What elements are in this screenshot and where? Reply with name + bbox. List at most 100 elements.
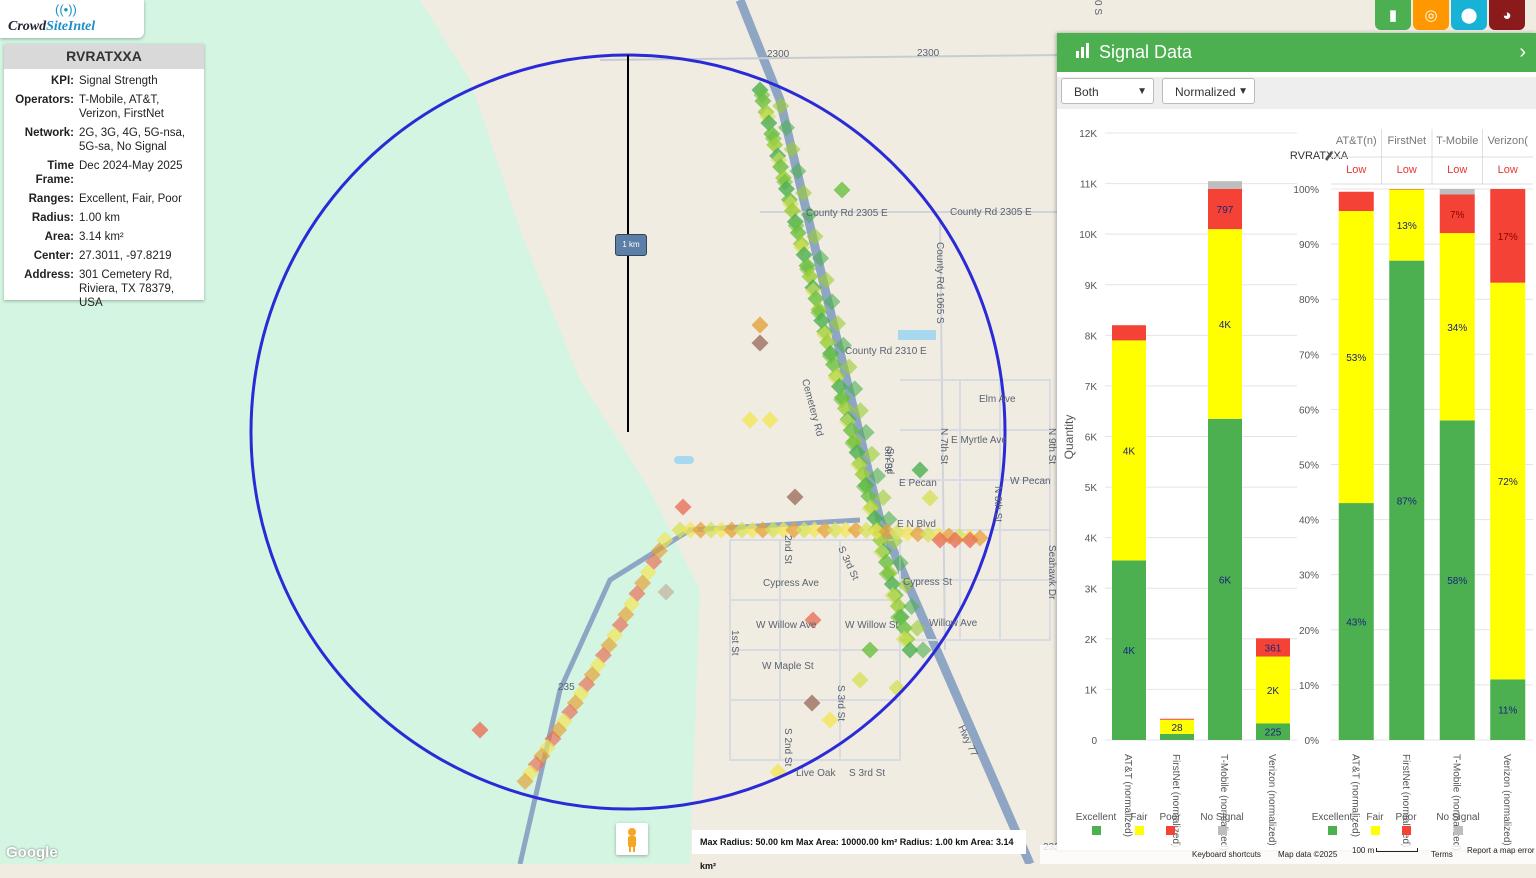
info-value: 1.00 km (79, 212, 120, 224)
chart-title: RVRATXXA (1290, 150, 1349, 162)
x-tick-label: T-Mobile (normalized) (1450, 754, 1461, 850)
street-label: 6th St (882, 446, 893, 472)
y-tick-label: 90% (1299, 240, 1319, 251)
chart-button[interactable]: ▮ (1375, 0, 1411, 30)
street-label: County Rd 2310 E (845, 346, 927, 357)
street-label: N 8th St (992, 486, 1003, 522)
info-row: Address: 301 Cemetery Rd, Riviera, TX 783… (8, 268, 200, 310)
globe-icon: ◕ (1502, 6, 1512, 24)
y-tick-label: 0 (1091, 736, 1097, 747)
legend-swatch (1454, 826, 1463, 835)
info-key: Address: (24, 269, 74, 281)
bar-value-label: 34% (1447, 323, 1467, 334)
info-value: Excellent, Fair, Poor (79, 193, 182, 205)
info-row: Network: 2G, 3G, 4G, 5G-nsa, 5G-sa, No Si… (8, 126, 200, 154)
radius-scale-label: 1 km (615, 234, 647, 256)
info-value: 301 Cemetery Rd, Riviera, TX 78379, USA (79, 269, 175, 309)
map-scale-label: 100 m (1352, 846, 1375, 855)
y-tick-label: 8K (1085, 331, 1098, 342)
max-radius-info: Max Radius: 50.00 km Max Area: 10000.00 … (692, 830, 1026, 871)
info-key: Time Frame: (35, 160, 74, 186)
logo-part1: Crowd (8, 19, 47, 34)
street-label: W Maple St (762, 661, 814, 672)
bar-value-label: 87% (1397, 496, 1417, 507)
bar-value-label: 2K (1267, 686, 1280, 697)
bar-segment (1160, 718, 1194, 720)
scale-select[interactable]: Normalized ▼ (1162, 78, 1255, 104)
street-label: County Rd 2305 E (950, 207, 1032, 218)
y-tick-label: 50% (1299, 461, 1319, 472)
operator-status: Low (1397, 164, 1417, 176)
chevron-right-icon[interactable]: › (1519, 41, 1526, 64)
operator-status: Low (1447, 164, 1467, 176)
street-label: Cypress Ave (763, 578, 819, 589)
info-value: Dec 2024-May 2025 (79, 160, 183, 172)
street-label: Live Oak (796, 768, 836, 779)
site-title: RVRATXXA (4, 44, 204, 69)
info-key: Ranges: (28, 193, 74, 205)
bar-value-label: 58% (1447, 576, 1467, 587)
legend-swatch (1166, 826, 1175, 835)
legend-label: Excellent (1076, 812, 1117, 823)
x-tick-label: AT&T (normalized) (1122, 754, 1133, 837)
bar-value-label: 13% (1397, 221, 1417, 232)
street-label: E Myrtle Ave (951, 435, 1007, 446)
street-label: 2300 (917, 48, 940, 59)
street-label: 235 (558, 682, 575, 693)
target-icon: ◎ (1424, 7, 1438, 24)
bar-value-label: 797 (1217, 205, 1234, 216)
info-value: 27.3011, -97.8219 (79, 250, 172, 262)
street-label: 2300 (767, 49, 790, 60)
y-tick-label: 11K (1080, 180, 1097, 191)
operator-mode-select[interactable]: Both ▼ (1061, 78, 1154, 104)
street-label: Willow Ave (929, 618, 978, 629)
keyboard-shortcuts-link[interactable]: Keyboard shortcuts (1192, 850, 1261, 859)
street-label: N 9th St (1046, 428, 1057, 464)
bar-segment (1389, 189, 1425, 190)
bar-value-label: 43% (1346, 618, 1366, 629)
street-label: 1st St (729, 630, 740, 656)
report-map-error-link[interactable]: Report a map error (1467, 846, 1535, 855)
bar-value-label: 28 (1171, 723, 1183, 734)
x-tick-label: Verizon (normalized) (1266, 754, 1277, 846)
bar-value-label: 11% (1498, 706, 1517, 717)
logo-part2: SiteIntel (46, 19, 96, 34)
bar-value-label: 6K (1219, 575, 1232, 586)
bar-segment (1160, 733, 1194, 740)
info-key: Radius: (31, 212, 74, 224)
pin-icon: ⬤ (1460, 7, 1478, 24)
operator-status: Low (1498, 164, 1518, 176)
antenna-icon: ((•)) (55, 2, 77, 17)
y-tick-label: 30% (1299, 571, 1319, 582)
bar-value-label: 72% (1498, 477, 1518, 488)
info-row: Operators: T-Mobile, AT&T, Verizon, First… (8, 93, 200, 121)
pond (898, 330, 936, 340)
y-tick-label: 2K (1085, 635, 1098, 646)
legend-label: Excellent (1312, 812, 1353, 823)
y-tick-label: 20% (1299, 626, 1319, 637)
street-label: County Rd 1065 S (934, 242, 945, 324)
terms-link[interactable]: Terms (1431, 850, 1453, 859)
bar-chart-icon (1075, 42, 1091, 63)
info-key: Area: (44, 231, 74, 243)
y-tick-label: 40% (1299, 516, 1319, 527)
pin-button[interactable]: ⬤ (1451, 0, 1487, 30)
signal-chart: RVRATXXA 0 1K 2K 3K 4K 5K 6K 7K 8K 9K 10K 11K 12K Quan… (1062, 129, 1533, 850)
street-view-pegman[interactable] (616, 823, 648, 855)
chevron-down-icon: ▼ (1238, 86, 1248, 97)
operator-status: Low (1346, 164, 1366, 176)
map-scale-bar (1376, 848, 1418, 852)
street-label: 2nd St (782, 535, 793, 564)
app-logo[interactable]: ((•)) CrowdSiteIntel (0, 0, 144, 38)
operator-header: FirstNet (1388, 135, 1427, 147)
legend-swatch (1218, 826, 1227, 835)
bar-value-label: 53% (1346, 353, 1366, 364)
globe-button[interactable]: ◕ (1489, 0, 1525, 30)
y-tick-label: 0% (1305, 736, 1320, 747)
target-button[interactable]: ◎ (1413, 0, 1449, 30)
legend-label: Fair (1130, 812, 1148, 823)
street-label: S 3rd St (835, 685, 846, 721)
top-toolbar: ▮ ◎ ⬤ ◕ (1375, 0, 1527, 30)
y-tick-label: 10% (1299, 681, 1319, 692)
bar-segment (1112, 325, 1146, 341)
